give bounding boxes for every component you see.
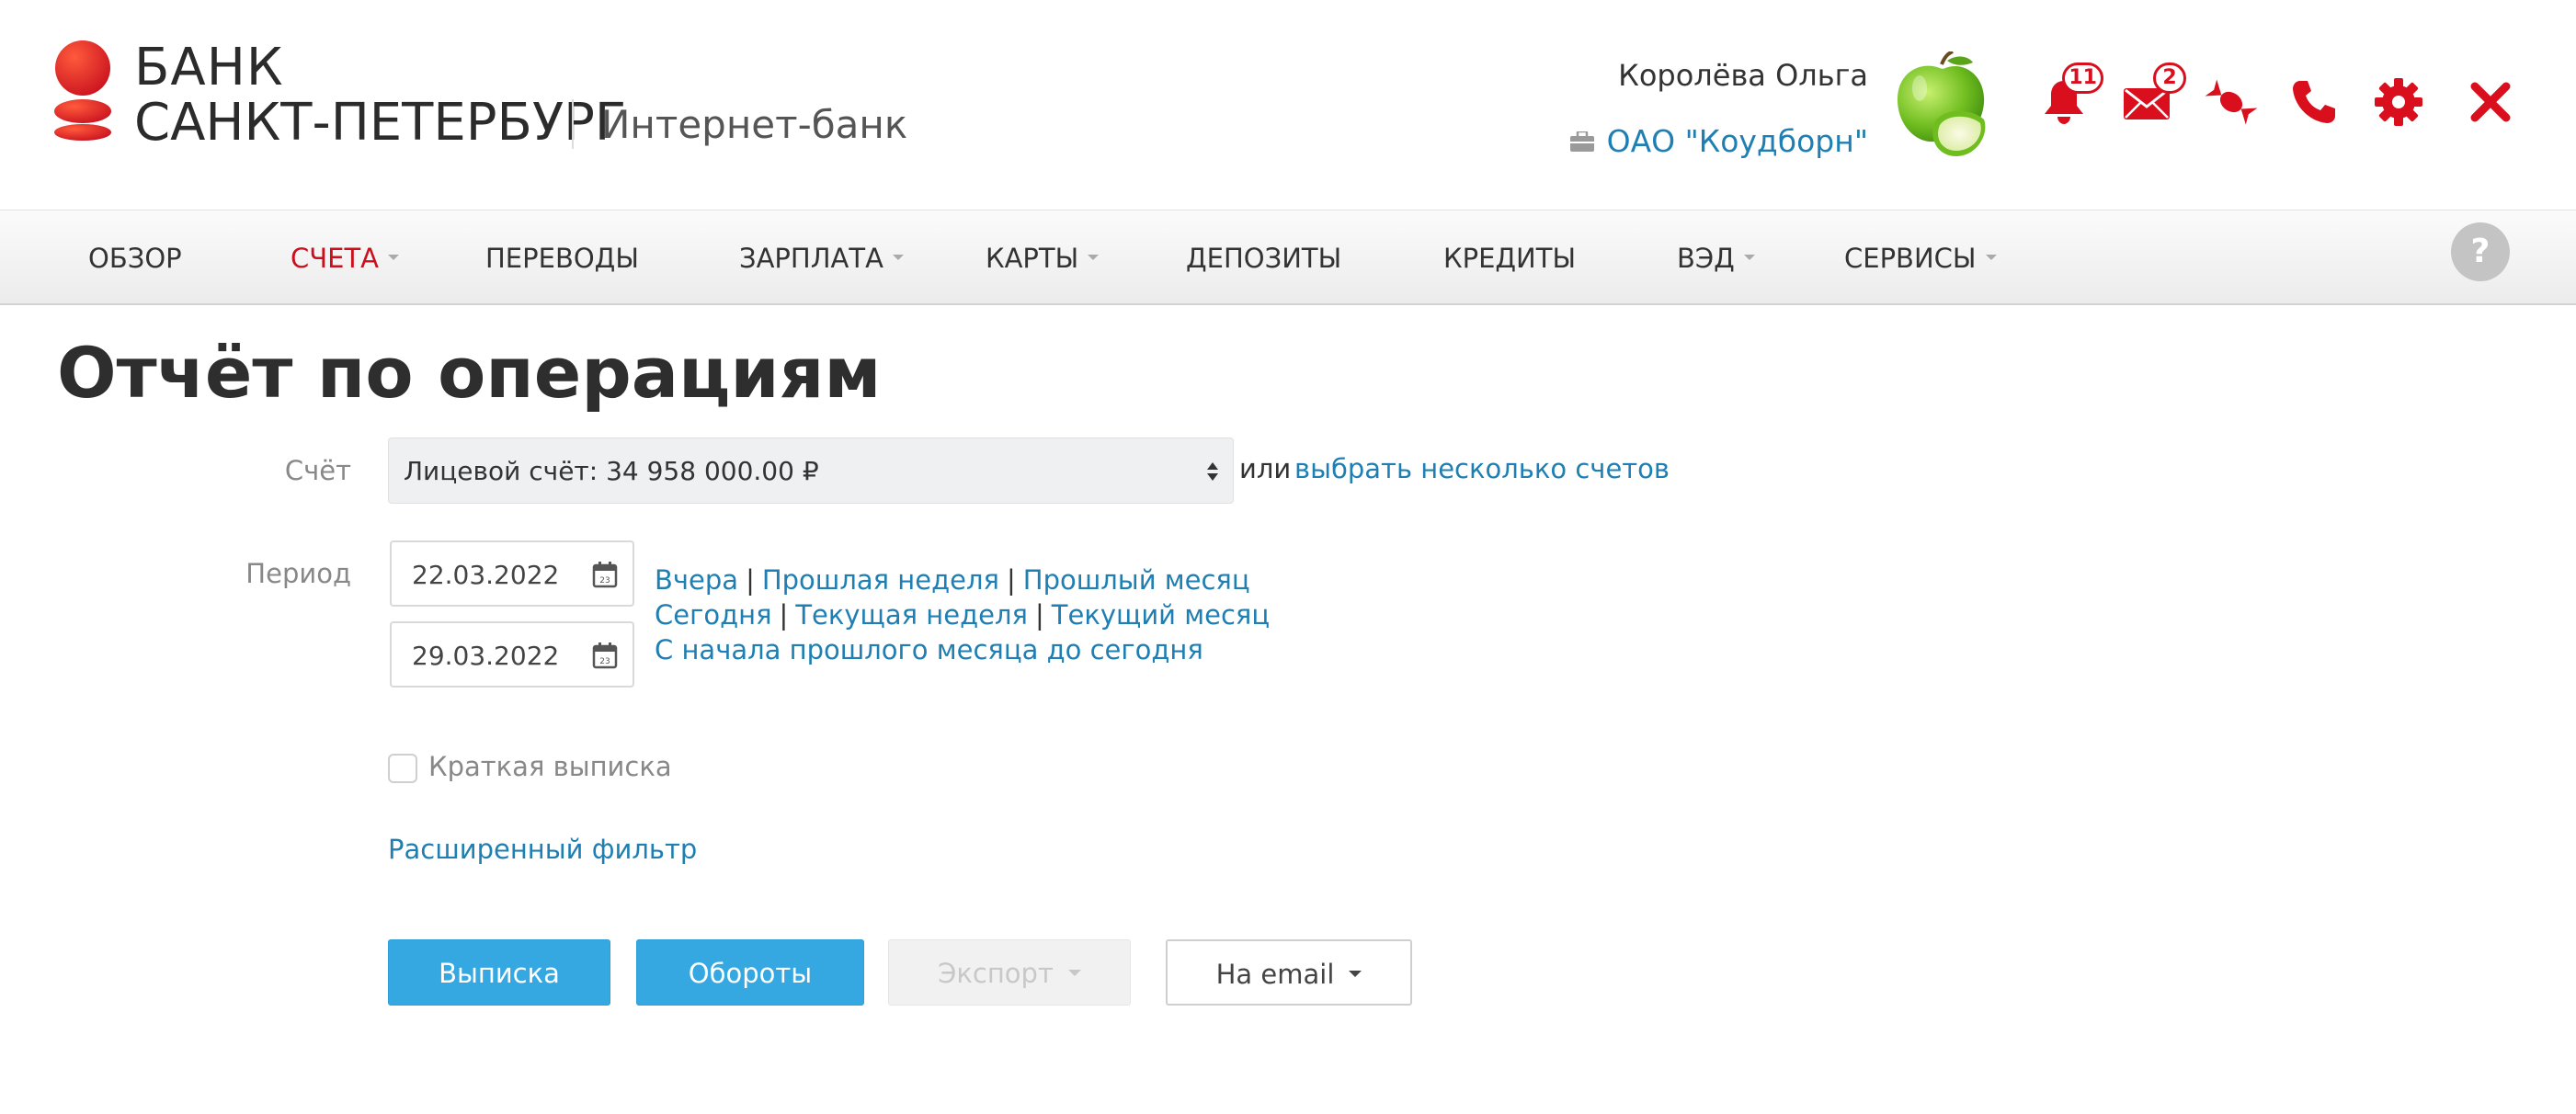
nav-item-cards[interactable]: КАРТЫ — [986, 210, 1100, 306]
period-today-link[interactable]: Сегодня — [655, 599, 772, 631]
short-statement-checkbox[interactable] — [388, 754, 417, 783]
chevron-down-icon — [1088, 255, 1100, 260]
call-button[interactable] — [2287, 75, 2341, 129]
nav-item-accounts[interactable]: СЧЕТА — [291, 210, 400, 306]
date-to-value: 29.03.2022 — [412, 641, 560, 671]
quick-periods-row1: Вчера | Прошлая неделя | Прошлый месяц — [655, 563, 1250, 597]
period-this-month-link[interactable]: Текущий месяц — [1052, 599, 1270, 631]
quick-periods-row3: С начала прошлого месяца до сегодня — [655, 632, 1203, 667]
notifications-badge: 11 — [2062, 63, 2103, 94]
nav-item-foreign-trade[interactable]: ВЭД — [1677, 210, 1755, 306]
turnover-button[interactable]: Обороты — [636, 939, 864, 1006]
calendar-icon[interactable]: 23 — [592, 642, 618, 669]
account-select[interactable]: Лицевой счёт: 34 958 000.00 ₽ — [388, 438, 1234, 504]
sort-arrows-icon — [1207, 462, 1218, 481]
brand-name-line2: САНКТ-ПЕТЕРБУРГ — [134, 93, 627, 153]
date-to-field[interactable]: 29.03.2022 23 — [390, 621, 634, 688]
brand-subtitle: Интернет-банк — [601, 102, 908, 147]
period-separator: | — [746, 564, 755, 596]
extended-filter-link[interactable]: Расширенный фильтр — [388, 831, 697, 868]
notifications-button[interactable]: 11 — [2037, 63, 2103, 129]
nav-item-deposits[interactable]: ДЕПОЗИТЫ — [1186, 210, 1341, 306]
short-statement-label[interactable]: Краткая выписка — [428, 748, 672, 785]
nav-item-overview[interactable]: ОБЗОР — [88, 210, 182, 306]
period-yesterday-link[interactable]: Вчера — [655, 564, 738, 596]
page-title: Отчёт по операциям — [57, 332, 882, 414]
messages-button[interactable]: 2 — [2120, 63, 2186, 129]
period-separator: | — [779, 599, 789, 631]
or-text: или — [1239, 453, 1292, 484]
candy-icon — [2205, 79, 2258, 125]
chevron-down-icon — [892, 255, 904, 260]
account-select-value: Лицевой счёт: 34 958 000.00 ₽ — [404, 456, 819, 486]
brand-name-line1: БАНК — [134, 38, 284, 97]
svg-text:23: 23 — [599, 657, 610, 666]
brand-divider — [572, 99, 574, 149]
briefcase-icon — [1569, 131, 1594, 152]
date-from-field[interactable]: 22.03.2022 23 — [390, 540, 634, 607]
period-label: Период — [245, 558, 351, 589]
help-button[interactable]: ? — [2451, 222, 2510, 281]
period-last-week-link[interactable]: Прошлая неделя — [762, 564, 999, 596]
calendar-icon[interactable]: 23 — [592, 561, 618, 588]
chevron-down-icon — [1743, 255, 1755, 260]
period-this-week-link[interactable]: Текущая неделя — [795, 599, 1028, 631]
period-separator: | — [1006, 564, 1016, 596]
chevron-down-icon — [388, 255, 400, 260]
header: БАНК САНКТ-ПЕТЕРБУРГ Интернет-банк Корол… — [0, 0, 2576, 210]
settings-button[interactable] — [2372, 75, 2425, 129]
chevron-down-icon — [1349, 970, 1362, 977]
svg-text:23: 23 — [599, 576, 610, 585]
nav-item-services[interactable]: СЕРВИСЫ — [1844, 210, 1997, 306]
messages-badge: 2 — [2153, 63, 2186, 94]
close-icon — [2470, 82, 2511, 122]
gear-icon — [2375, 78, 2422, 126]
avatar[interactable] — [1894, 51, 1995, 160]
nav-item-credits[interactable]: КРЕДИТЫ — [1443, 210, 1576, 306]
phone-icon — [2293, 81, 2335, 123]
user-name[interactable]: Королёва Ольга — [1618, 57, 1868, 94]
quick-periods-row2: Сегодня | Текущая неделя | Текущий месяц — [655, 597, 1270, 632]
period-separator: | — [1034, 599, 1044, 631]
chevron-down-icon — [1985, 255, 1997, 260]
company-link[interactable]: ОАО "Коудборн" — [1569, 123, 1868, 160]
export-button[interactable]: Экспорт — [888, 939, 1131, 1006]
email-button[interactable]: На email — [1166, 939, 1412, 1006]
logout-button[interactable] — [2464, 75, 2517, 129]
date-from-value: 22.03.2022 — [412, 560, 560, 590]
chevron-down-icon — [1067, 969, 1081, 976]
company-name: ОАО "Коудборн" — [1606, 123, 1868, 159]
nav-item-transfers[interactable]: ПЕРЕВОДЫ — [485, 210, 639, 306]
period-since-last-month-link[interactable]: С начала прошлого месяца до сегодня — [655, 634, 1203, 665]
account-label: Счёт — [284, 455, 351, 486]
statement-button[interactable]: Выписка — [388, 939, 610, 1006]
bonus-button[interactable] — [2205, 75, 2258, 129]
choose-multiple-accounts-link[interactable]: выбрать несколько счетов — [1294, 450, 1670, 487]
period-last-month-link[interactable]: Прошлый месяц — [1023, 564, 1250, 596]
bank-logo-icon[interactable] — [53, 40, 112, 142]
nav-item-salary[interactable]: ЗАРПЛАТА — [739, 210, 904, 306]
main-nav: ОБЗОР СЧЕТА ПЕРЕВОДЫ ЗАРПЛАТА КАРТЫ ДЕПО… — [0, 210, 2576, 305]
